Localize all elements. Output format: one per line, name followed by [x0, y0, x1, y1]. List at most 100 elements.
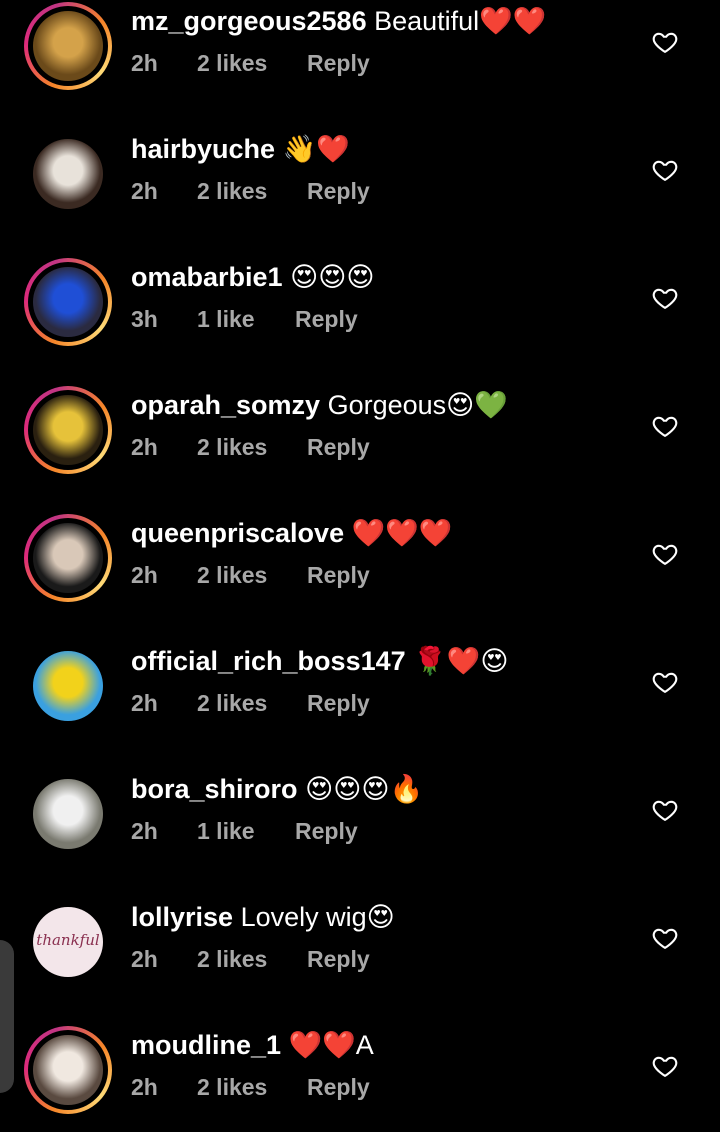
heart-outline-icon[interactable]	[651, 284, 679, 312]
comment-likes-count[interactable]: 1 like	[197, 818, 295, 845]
comment-likes-count[interactable]: 2 likes	[197, 50, 307, 77]
comment-text: oparah_somzy Gorgeous😍💚	[131, 388, 508, 422]
comment-username[interactable]: oparah_somzy	[131, 390, 320, 420]
comment-body: Beautiful	[374, 6, 480, 36]
comment-timestamp: 2h	[131, 434, 158, 460]
reply-button[interactable]: Reply	[295, 818, 358, 845]
heart-outline-icon[interactable]	[651, 412, 679, 440]
reply-button[interactable]: Reply	[307, 946, 370, 973]
comment-likes-count[interactable]: 2 likes	[197, 178, 307, 205]
comment-meta: 2h 2 likes Reply	[131, 946, 370, 973]
comment-timestamp: 2h	[131, 690, 158, 716]
avatar[interactable]	[24, 258, 112, 346]
comment-text: bora_shiroro 😍😍😍🔥	[131, 772, 423, 806]
avatar[interactable]	[24, 514, 112, 602]
comment-username[interactable]: mz_gorgeous2586	[131, 6, 367, 36]
comment-username[interactable]: moudline_1	[131, 1030, 281, 1060]
comment-item: official_rich_boss147 🌹❤️😍 2h 2 likes Reply	[0, 620, 720, 748]
comment-timestamp: 2h	[131, 1074, 158, 1100]
comment-timestamp: 2h	[131, 50, 158, 76]
comment-timestamp: 2h	[131, 178, 158, 204]
comment-text: lollyrise Lovely wig😍	[131, 900, 395, 934]
comment-username[interactable]: queenpriscalove	[131, 518, 344, 548]
comment-meta: 2h 1 like Reply	[131, 818, 358, 845]
comment-emojis: 😍💚	[446, 390, 508, 420]
comment-emojis: ❤️❤️❤️	[351, 518, 453, 548]
comment-emojis: 🌹❤️😍	[413, 646, 509, 676]
comment-item: hairbyuche 👋❤️ 2h 2 likes Reply	[0, 108, 720, 236]
avatar-image	[33, 523, 103, 593]
reply-button[interactable]: Reply	[307, 690, 370, 717]
comment-timestamp: 2h	[131, 562, 158, 588]
comment-timestamp: 2h	[131, 946, 158, 972]
comment-username[interactable]: hairbyuche	[131, 134, 275, 164]
comment-meta: 2h 2 likes Reply	[131, 178, 370, 205]
heart-outline-icon[interactable]	[651, 156, 679, 184]
avatar[interactable]	[24, 642, 112, 730]
comment-item: mz_gorgeous2586 Beautiful❤️❤️ 2h 2 likes Re…	[0, 0, 720, 108]
comment-body: Gorgeous	[327, 390, 447, 420]
comment-likes-count[interactable]: 2 likes	[197, 1074, 307, 1101]
comment-username[interactable]: bora_shiroro	[131, 774, 298, 804]
avatar[interactable]	[24, 2, 112, 90]
comment-text: hairbyuche 👋❤️	[131, 132, 350, 166]
comment-meta: 2h 2 likes Reply	[131, 690, 370, 717]
comment-meta: 2h 2 likes Reply	[131, 1074, 370, 1101]
avatar-lettering: thankful	[36, 931, 100, 949]
comment-item: thankful lollyrise Lovely wig😍 2h 2 likes Re…	[0, 876, 720, 1004]
comment-body: Lovely wig	[240, 902, 367, 932]
avatar-image	[33, 139, 103, 209]
reply-button[interactable]: Reply	[295, 306, 358, 333]
avatar-image	[33, 1035, 103, 1105]
heart-outline-icon[interactable]	[651, 1052, 679, 1080]
comment-meta: 2h 2 likes Reply	[131, 562, 370, 589]
comment-text: omabarbie1 😍😍😍	[131, 260, 375, 294]
reply-button[interactable]: Reply	[307, 562, 370, 589]
heart-outline-icon[interactable]	[651, 28, 679, 56]
comment-emojis: 😍😍😍	[290, 262, 375, 292]
comment-likes-count[interactable]: 2 likes	[197, 690, 307, 717]
comment-meta: 2h 2 likes Reply	[131, 50, 370, 77]
avatar-image	[33, 651, 103, 721]
avatar[interactable]	[24, 1026, 112, 1114]
comment-timestamp: 2h	[131, 818, 158, 844]
comment-meta: 2h 2 likes Reply	[131, 434, 370, 461]
reply-button[interactable]: Reply	[307, 1074, 370, 1101]
comment-likes-count[interactable]: 2 likes	[197, 434, 307, 461]
avatar-image	[33, 11, 103, 81]
comment-text: queenpriscalove ❤️❤️❤️	[131, 516, 452, 550]
comment-username[interactable]: omabarbie1	[131, 262, 283, 292]
comment-item: oparah_somzy Gorgeous😍💚 2h 2 likes Reply	[0, 364, 720, 492]
avatar-image	[33, 395, 103, 465]
comment-emojis: ❤️❤️	[479, 6, 547, 36]
reply-button[interactable]: Reply	[307, 434, 370, 461]
comment-likes-count[interactable]: 1 like	[197, 306, 295, 333]
comment-text: moudline_1 ❤️❤️A	[131, 1028, 374, 1062]
comment-emojis: 😍😍😍🔥	[305, 774, 424, 804]
comment-emojis: ❤️❤️A	[288, 1030, 374, 1060]
comment-item: queenpriscalove ❤️❤️❤️ 2h 2 likes Reply	[0, 492, 720, 620]
comment-item: bora_shiroro 😍😍😍🔥 2h 1 like Reply	[0, 748, 720, 876]
comment-likes-count[interactable]: 2 likes	[197, 562, 307, 589]
comment-username[interactable]: lollyrise	[131, 902, 233, 932]
heart-outline-icon[interactable]	[651, 924, 679, 952]
comment-emojis: 😍	[366, 902, 395, 932]
heart-outline-icon[interactable]	[651, 540, 679, 568]
avatar[interactable]: thankful	[24, 898, 112, 986]
comment-text: mz_gorgeous2586 Beautiful❤️❤️	[131, 4, 546, 38]
comment-item: omabarbie1 😍😍😍 3h 1 like Reply	[0, 236, 720, 364]
avatar-image	[33, 267, 103, 337]
reply-button[interactable]: Reply	[307, 178, 370, 205]
comment-item: moudline_1 ❤️❤️A 2h 2 likes Reply	[0, 1004, 720, 1132]
comment-emojis: 👋❤️	[282, 134, 350, 164]
comment-likes-count[interactable]: 2 likes	[197, 946, 307, 973]
reply-button[interactable]: Reply	[307, 50, 370, 77]
scroll-handle[interactable]	[0, 940, 14, 1093]
heart-outline-icon[interactable]	[651, 796, 679, 824]
avatar-image	[33, 779, 103, 849]
comment-username[interactable]: official_rich_boss147	[131, 646, 406, 676]
heart-outline-icon[interactable]	[651, 668, 679, 696]
avatar[interactable]	[24, 130, 112, 218]
avatar[interactable]	[24, 386, 112, 474]
avatar[interactable]	[24, 770, 112, 858]
